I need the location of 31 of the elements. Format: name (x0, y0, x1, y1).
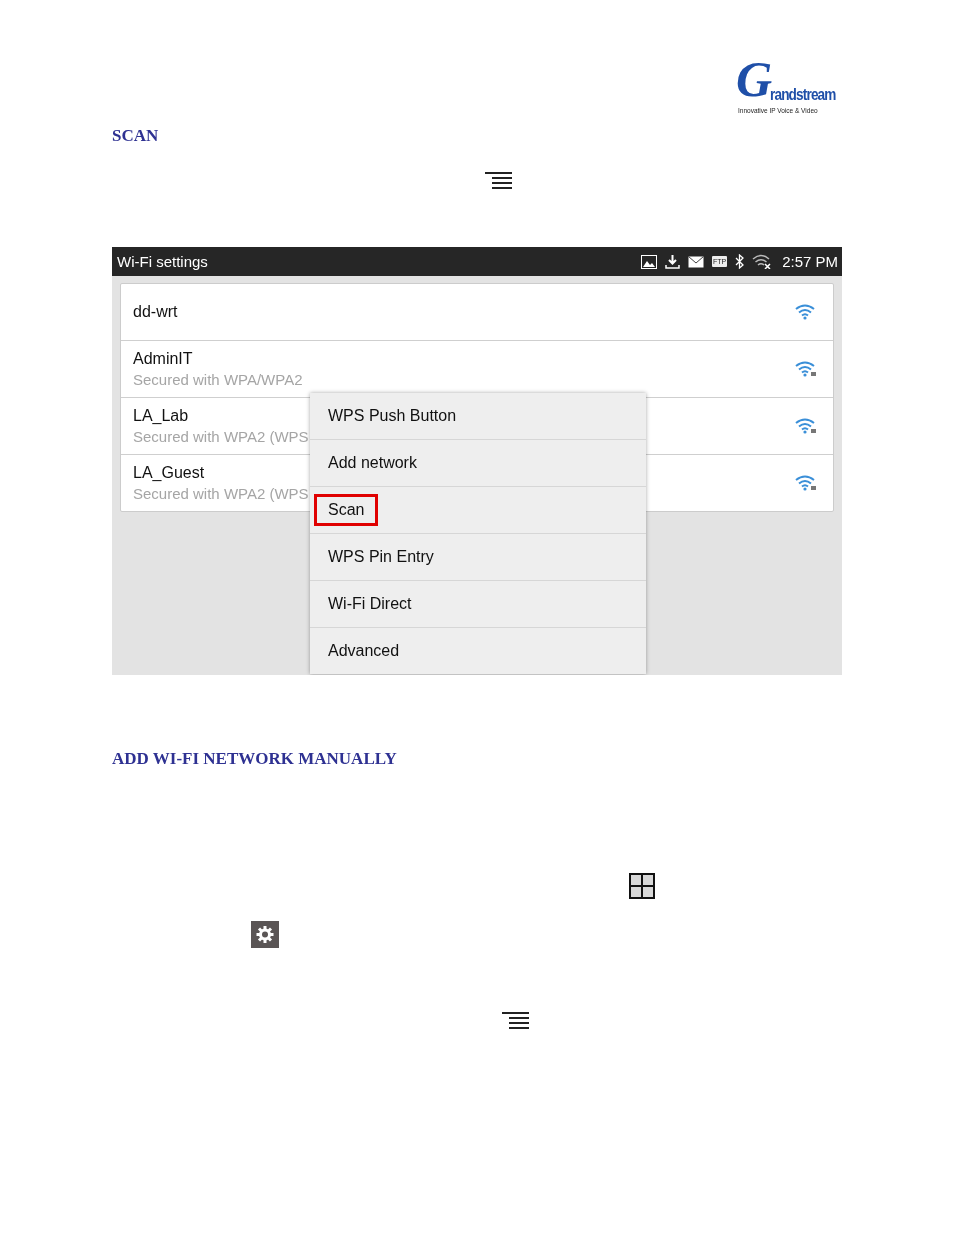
section-heading: SCAN (112, 126, 159, 146)
menu-icon (502, 1012, 529, 1029)
menu-item[interactable]: Wi-Fi Direct (324, 590, 426, 618)
image-icon (640, 254, 657, 269)
section-heading: ADD WI-FI NETWORK MANUALLY (112, 749, 397, 769)
network-security: Secured with WPA2 (WPS (133, 485, 309, 502)
window-title: Wi-Fi settings (117, 253, 209, 270)
wifi-lock-icon (795, 361, 817, 377)
menu-item[interactable]: Advanced (324, 637, 414, 665)
download-icon (664, 254, 680, 269)
network-row[interactable]: dd-wrt (121, 284, 833, 340)
grid-icon (629, 873, 655, 899)
network-name: LA_Lab (133, 407, 189, 425)
network-security: Secured with WPA2 (WPS (133, 428, 309, 445)
menu-item[interactable]: Add network (324, 449, 431, 477)
mail-icon (687, 255, 704, 268)
menu-icon (485, 172, 512, 189)
clock-time: 2:57 PM (782, 253, 838, 270)
network-name: dd-wrt (133, 303, 178, 321)
wifi-lock-icon (795, 418, 817, 434)
wifi-off-icon (752, 254, 773, 269)
network-name: AdminIT (133, 350, 193, 368)
network-name: LA_Guest (133, 464, 205, 482)
menu-item[interactable]: Scan (314, 494, 379, 526)
menu-item[interactable]: WPS Pin Entry (324, 543, 448, 571)
settings-icon (251, 921, 279, 948)
wifi-icon (795, 304, 817, 320)
bluetooth-icon (735, 254, 745, 269)
network-security: Secured with WPA/WPA2 (133, 371, 303, 388)
menu-item[interactable]: WPS Push Button (324, 402, 471, 430)
wifi-lock-icon (795, 475, 817, 491)
